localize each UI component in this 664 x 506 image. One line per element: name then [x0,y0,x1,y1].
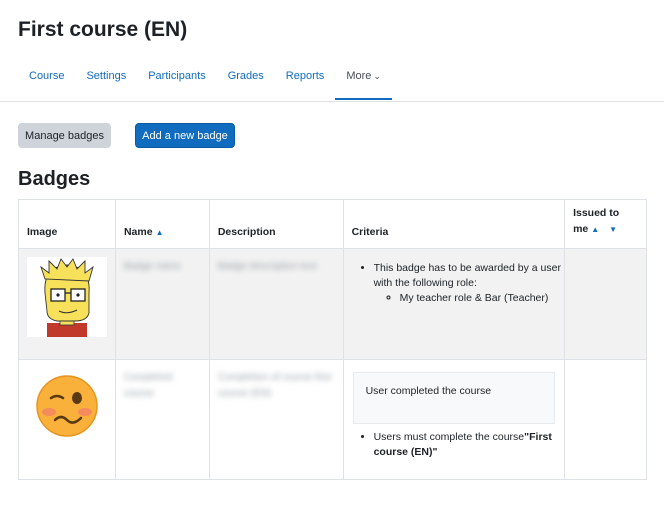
badge-criteria-cell: This badge has to be awarded by a user w… [342,248,566,360]
tab-more[interactable]: More ⌄ [335,62,392,100]
column-header-criteria-label: Criteria [351,226,389,238]
table-row: Badge name Badge description text This b… [18,248,647,360]
issued-to-me-cell [564,359,647,480]
column-header-issued-line2: me [573,223,589,235]
column-header-description-label: Description [217,226,276,238]
manage-badges-button[interactable]: Manage badges [18,123,111,148]
column-header-name[interactable]: Name ▲ [114,199,210,249]
criteria-item: Users must complete the course"First cou… [374,430,564,460]
chevron-down-icon: ⌄ [373,71,381,81]
criteria-list: This badge has to be awarded by a user w… [344,261,564,306]
tab-more-label: More [346,70,372,82]
criteria-list: Users must complete the course"First cou… [344,430,564,460]
badge-description-cell: Completion of course first course (EN) [208,359,344,480]
badge-name[interactable]: Badge name [116,249,209,285]
tab-grades[interactable]: Grades [217,62,275,100]
column-header-image-label: Image [27,226,58,238]
section-heading: Badges [18,168,91,190]
criteria-item-text: This badge has to be awarded by a user w… [373,262,561,289]
tab-participants[interactable]: Participants [137,62,216,100]
page-title: First course (EN) [18,18,188,41]
issued-to-me-cell [564,248,647,360]
badge-description: Badge description text [217,261,317,272]
tab-reports[interactable]: Reports [275,62,336,100]
table-row: Completed course Completion of course fi… [18,359,647,480]
column-header-description: Description [208,199,344,249]
badge-name[interactable]: Completed course [116,360,209,412]
badge-criteria-cell: User completed the course Users must com… [342,359,566,480]
badge-name-cell[interactable]: Completed course [114,359,210,480]
column-header-issued[interactable]: Issued to me ▲ ▼ [564,199,647,249]
criteria-note: User completed the course [352,372,556,424]
badge-image-cell [18,248,116,360]
badge-name-cell[interactable]: Badge name [114,248,210,360]
woozy-face-badge-image [27,368,107,448]
column-header-image: Image [18,199,116,249]
criteria-sublist: My teacher role & Bar (Teacher) [374,291,564,306]
tab-settings[interactable]: Settings [75,62,137,100]
badge-description: Completion of course first course (EN) [217,372,332,399]
badges-table: Image Name ▲ Description Criteria Issued … [18,199,647,480]
secondary-navigation: Course Settings Participants Grades Repo… [18,62,392,102]
sort-descending-icon[interactable]: ▼ [609,225,617,234]
criteria-item-text: Users must complete the course [373,431,525,443]
badge-image-cell [18,359,116,480]
sort-ascending-icon[interactable]: ▲ [156,228,164,237]
column-header-issued-line1: Issued to [573,207,620,219]
tab-course[interactable]: Course [18,62,75,100]
badge-description-cell: Badge description text [208,248,344,360]
add-badge-button[interactable]: Add a new badge [135,123,235,148]
criteria-item: This badge has to be awarded by a user w… [374,261,564,306]
criteria-subitem: My teacher role & Bar (Teacher) [400,291,564,306]
sort-ascending-icon[interactable]: ▲ [591,225,599,234]
cartoon-character-badge-image [27,257,107,337]
column-header-criteria: Criteria [342,199,566,249]
nav-divider [0,101,664,102]
column-header-name-label: Name [123,226,153,238]
